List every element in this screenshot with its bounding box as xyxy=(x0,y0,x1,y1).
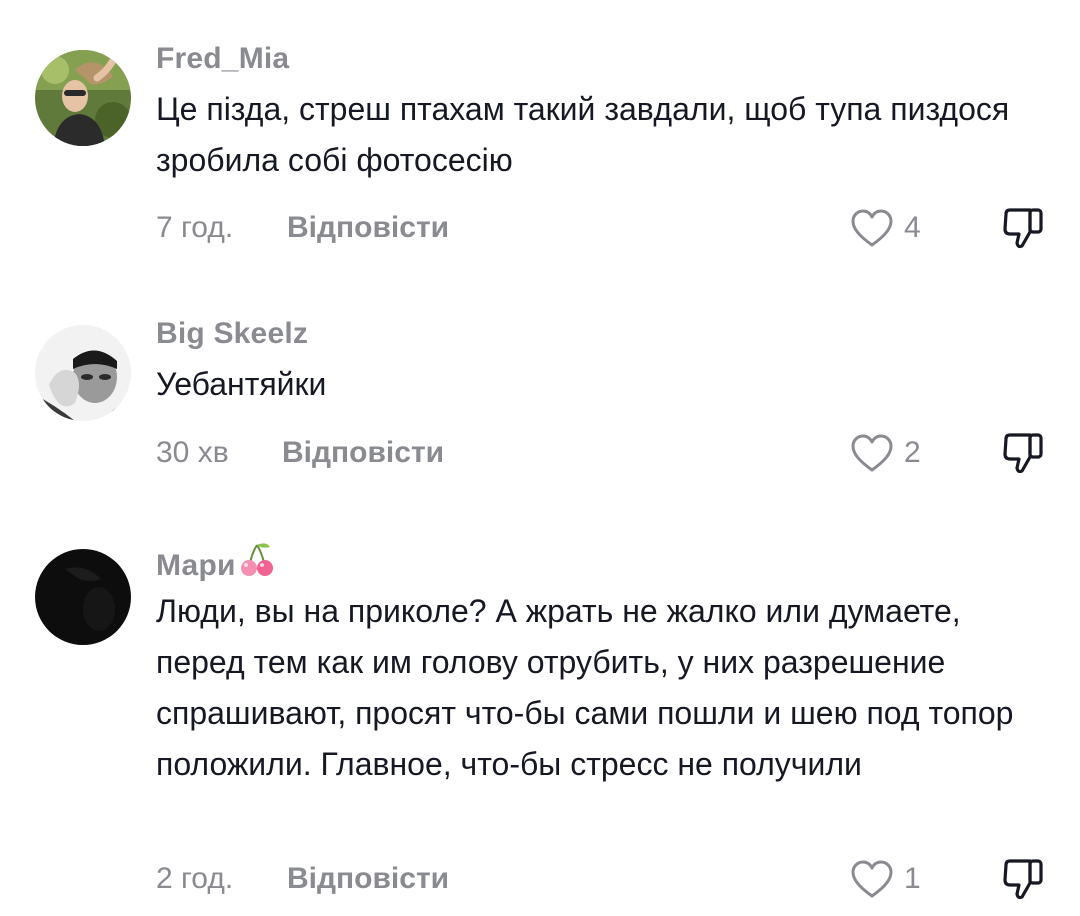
like-count: 2 xyxy=(904,436,921,469)
heart-outline-icon xyxy=(851,434,893,472)
reply-button[interactable]: Відповісти xyxy=(282,433,444,473)
comment-timestamp: 2 год. xyxy=(156,862,234,895)
thumbs-down-outline-icon xyxy=(1003,859,1043,900)
heart-outline-icon xyxy=(851,209,893,247)
comment-meta: 2 год. xyxy=(156,859,233,899)
like-button[interactable]: 2 xyxy=(850,433,921,473)
user-avatar-photo-icon xyxy=(35,50,131,146)
username-text: Мари xyxy=(156,549,236,582)
comment-timestamp: 30 хв xyxy=(156,436,229,469)
heart-outline-icon xyxy=(851,860,893,898)
like-button[interactable]: 4 xyxy=(850,208,921,248)
dislike-button[interactable] xyxy=(1000,206,1046,250)
comment-meta: 7 год. xyxy=(156,208,233,248)
user-avatar-dark-icon xyxy=(35,549,131,645)
reply-button[interactable]: Відповісти xyxy=(287,208,449,248)
reply-button[interactable]: Відповісти xyxy=(287,859,449,899)
like-count: 1 xyxy=(904,862,921,895)
like-button[interactable]: 1 xyxy=(850,859,921,899)
comment-text: Уебантяйки xyxy=(156,366,327,402)
thumbs-down-outline-icon xyxy=(1003,208,1043,249)
avatar[interactable] xyxy=(35,325,131,421)
dislike-button[interactable] xyxy=(1000,857,1046,901)
comment-username[interactable]: Мари xyxy=(156,541,276,587)
comment-username[interactable]: Fred_Mia xyxy=(156,42,289,76)
avatar[interactable] xyxy=(35,50,131,146)
cherry-emoji-icon xyxy=(238,541,276,587)
comment-meta: 30 хв xyxy=(156,433,229,473)
comment-timestamp: 7 год. xyxy=(156,211,234,244)
thumbs-down-outline-icon xyxy=(1003,433,1043,474)
dislike-button[interactable] xyxy=(1000,431,1046,475)
like-count: 4 xyxy=(904,211,921,244)
comment-text: Це пізда, стреш птахам такий завдали, що… xyxy=(156,91,1010,178)
avatar[interactable] xyxy=(35,549,131,645)
comment-username[interactable]: Big Skeelz xyxy=(156,317,308,351)
user-avatar-photo-icon xyxy=(35,325,131,421)
comment-text: Люди, вы на приколе? А жрать не жалко ил… xyxy=(156,593,1014,782)
